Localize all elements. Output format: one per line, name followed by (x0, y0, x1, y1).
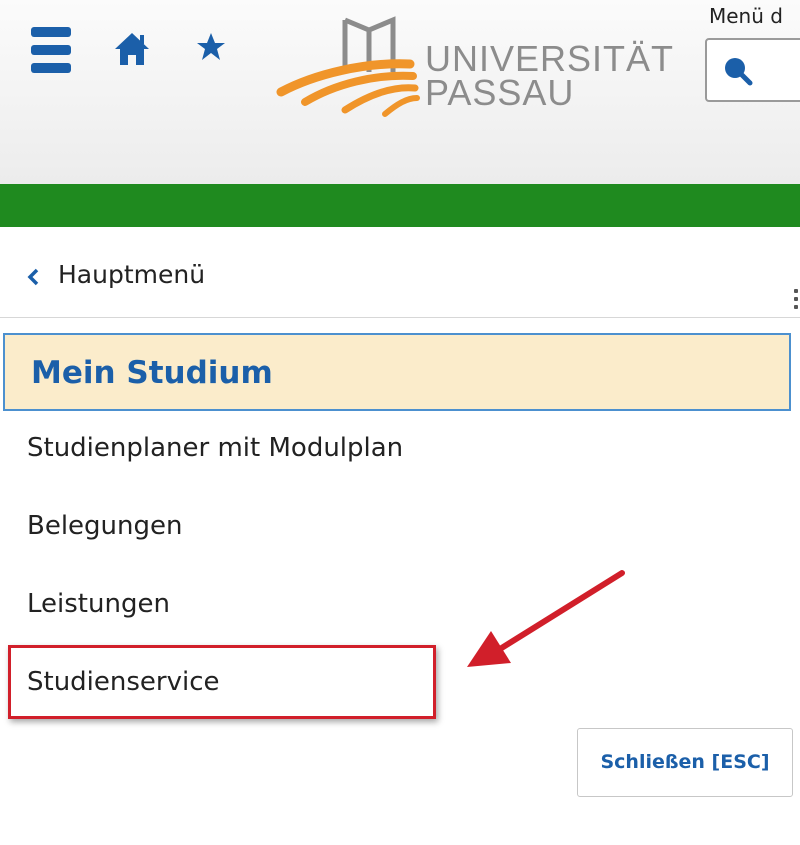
star-icon[interactable] (196, 32, 226, 62)
green-accent-bar (0, 184, 800, 227)
university-logo[interactable]: UNIVERSITÄT PASSAU (275, 14, 673, 119)
chevron-left-icon (27, 268, 39, 286)
menu-item-leistungen[interactable]: Leistungen (27, 589, 170, 619)
menu-item-studienplaner[interactable]: Studienplaner mit Modulplan (27, 433, 403, 463)
logo-emblem (276, 16, 420, 117)
menu-icon[interactable] (31, 27, 71, 73)
back-label: Hauptmenü (58, 260, 206, 289)
header-bar: UNIVERSITÄT PASSAU Menü d (0, 0, 800, 184)
highlight-annotation-box (8, 645, 436, 719)
menu-item-label: Mein Studium (31, 355, 273, 391)
search-icon (725, 58, 753, 86)
menu-item-mein-studium[interactable]: Mein Studium (3, 333, 791, 411)
divider (0, 317, 800, 318)
menu-search-input[interactable] (705, 38, 800, 102)
back-to-main-menu[interactable]: Hauptmenü (0, 245, 800, 305)
logo-text-line2: PASSAU (425, 72, 575, 113)
close-button[interactable]: Schließen [ESC] (577, 728, 793, 797)
menu-item-belegungen[interactable]: Belegungen (27, 511, 183, 541)
annotation-arrow-icon (467, 570, 625, 667)
home-icon[interactable] (113, 30, 151, 68)
scroll-handle[interactable] (792, 285, 800, 321)
menu-search-label: Menü d (709, 4, 783, 28)
